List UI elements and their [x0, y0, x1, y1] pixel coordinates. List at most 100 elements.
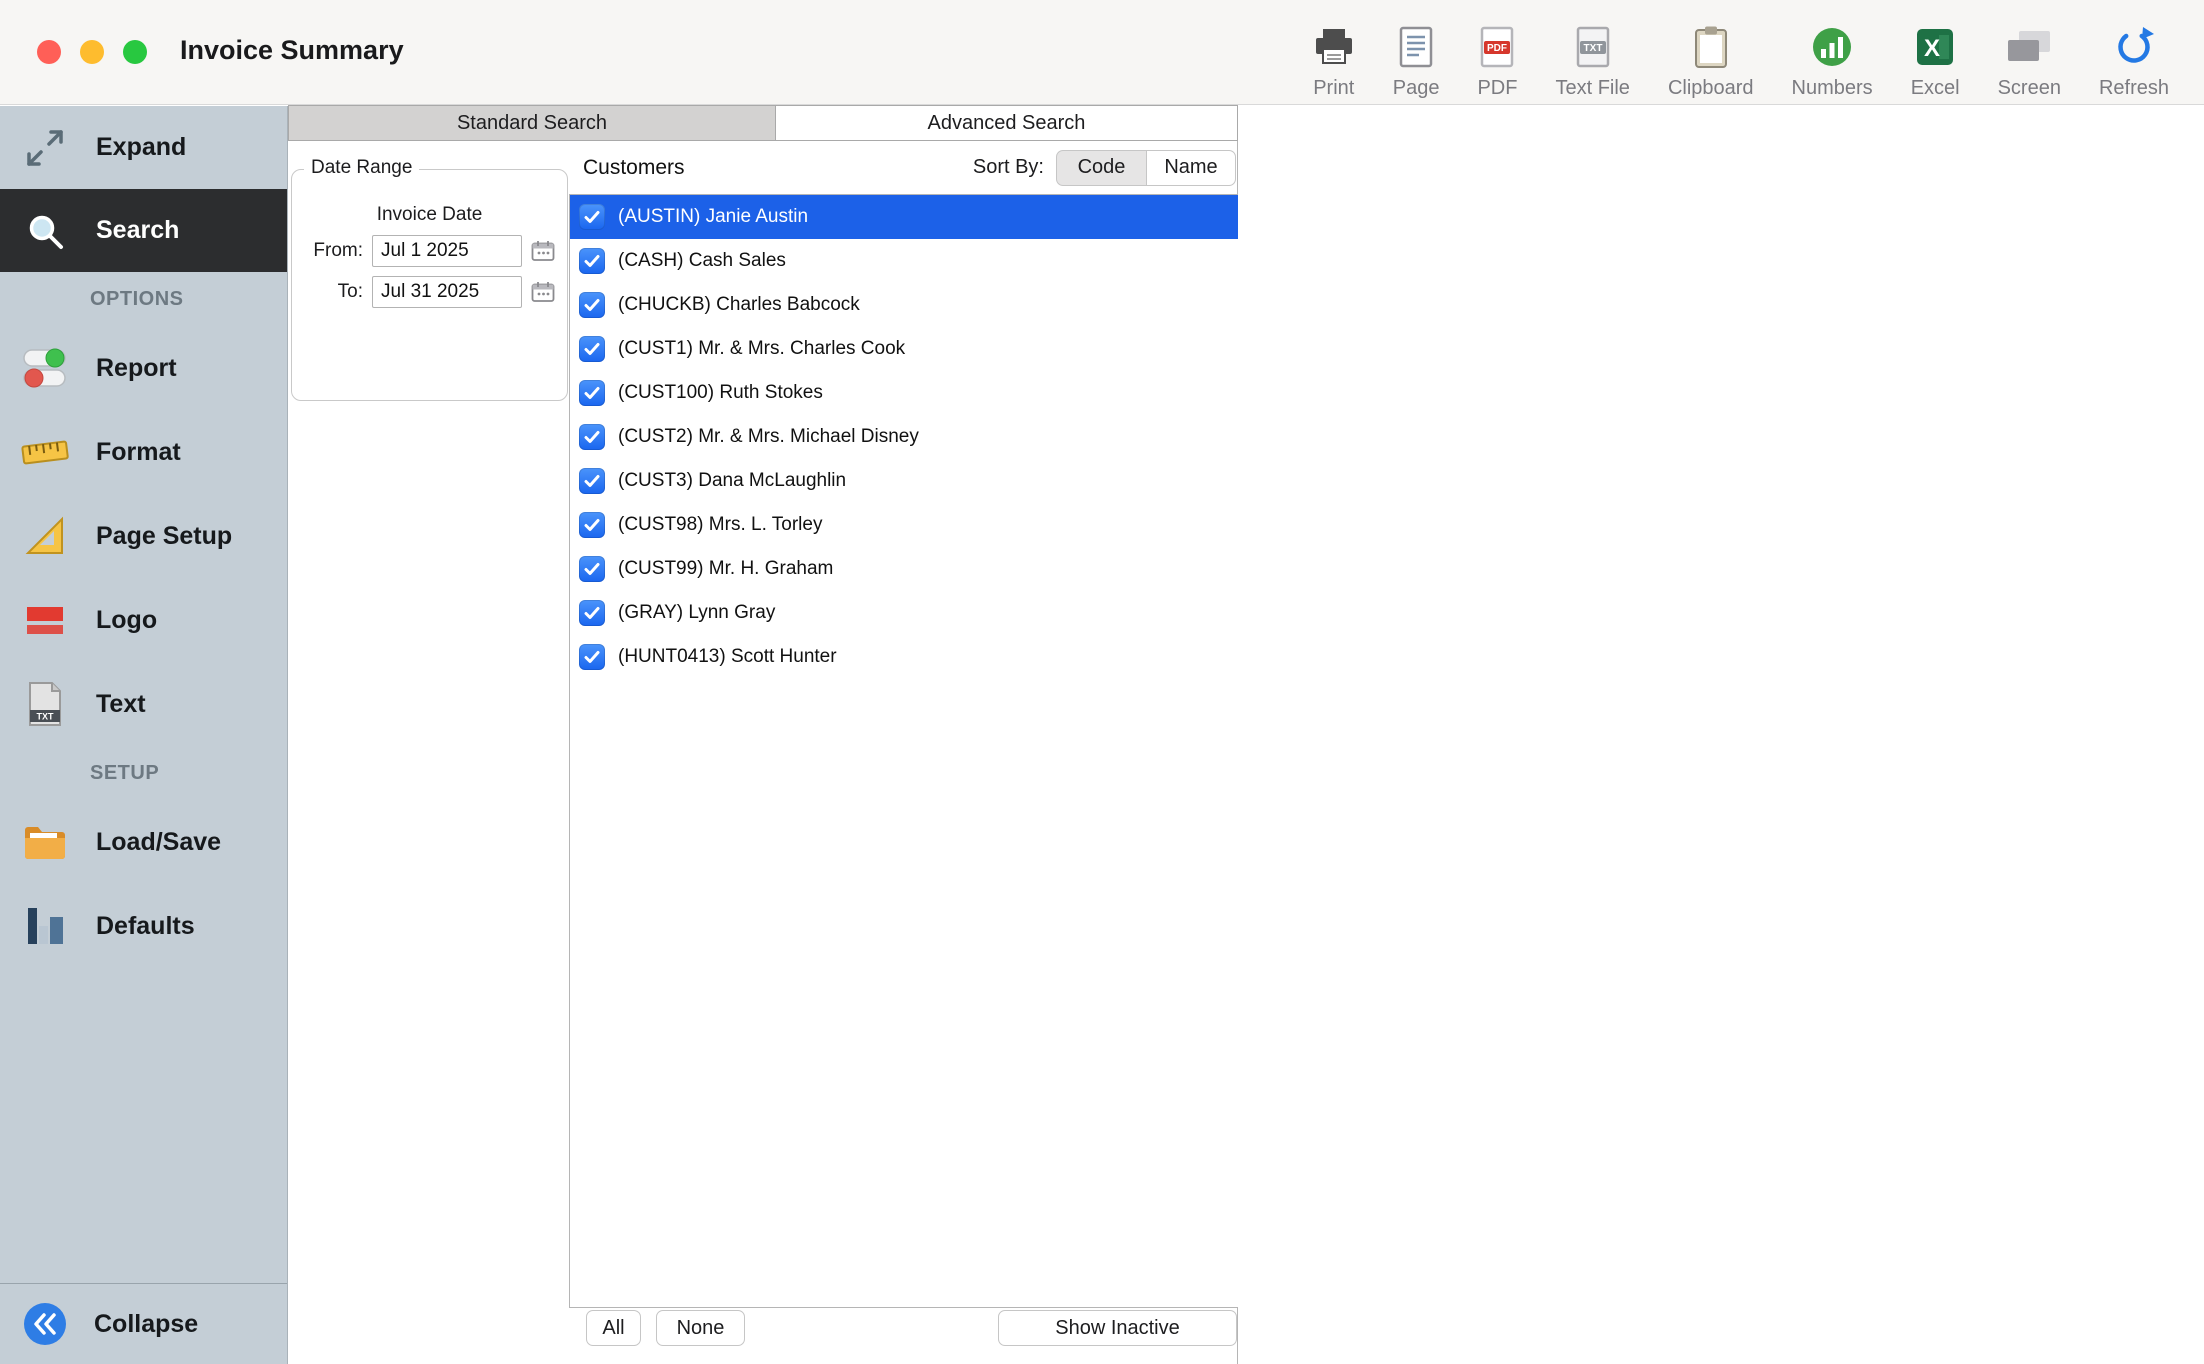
sidebar-item-text[interactable]: TXT Text: [0, 662, 287, 746]
svg-text:X: X: [1924, 35, 1940, 62]
customer-row[interactable]: (CUST99) Mr. H. Graham: [570, 547, 1238, 591]
toolbar-refresh-button[interactable]: Refresh: [2080, 10, 2188, 98]
customer-checkbox[interactable]: [579, 248, 605, 274]
customer-checkbox[interactable]: [579, 336, 605, 362]
customer-row[interactable]: (CUST2) Mr. & Mrs. Michael Disney: [570, 415, 1238, 459]
excel-icon: X: [1915, 21, 1955, 73]
load-save-icon: [20, 817, 70, 867]
toolbar-excel-button[interactable]: X Excel: [1892, 10, 1979, 98]
sidebar-report-label: Report: [96, 354, 177, 383]
customer-checkbox[interactable]: [579, 600, 605, 626]
sidebar-text-label: Text: [96, 690, 146, 719]
checkmark-icon: [584, 650, 600, 664]
collapse-icon: [20, 1299, 70, 1349]
sidebar-logo-label: Logo: [96, 606, 157, 635]
sidebar-item-expand[interactable]: Expand: [0, 106, 287, 189]
customer-row[interactable]: (CHUCKB) Charles Babcock: [570, 283, 1238, 327]
customer-checkbox[interactable]: [579, 204, 605, 230]
toolbar-print-button[interactable]: Print: [1294, 10, 1374, 98]
customer-checkbox[interactable]: [579, 424, 605, 450]
customer-checkbox[interactable]: [579, 380, 605, 406]
screen-icon: [2006, 21, 2052, 73]
toolbar-screen-button[interactable]: Screen: [1979, 10, 2080, 98]
toolbar-refresh-label: Refresh: [2099, 78, 2169, 98]
customer-row[interactable]: (CUST1) Mr. & Mrs. Charles Cook: [570, 327, 1238, 371]
numbers-icon: [1811, 21, 1853, 73]
customers-title: Customers: [583, 156, 685, 180]
from-date-input[interactable]: [372, 235, 522, 267]
checkmark-icon: [584, 342, 600, 356]
customer-row[interactable]: (CUST100) Ruth Stokes: [570, 371, 1238, 415]
checkmark-icon: [584, 606, 600, 620]
close-window-button[interactable]: [37, 40, 61, 64]
svg-text:PDF: PDF: [1487, 43, 1507, 54]
customers-list[interactable]: (AUSTIN) Janie Austin (CASH) Cash Sales …: [569, 194, 1238, 1308]
toolbar-pdf-label: PDF: [1477, 78, 1517, 98]
sidebar-item-logo[interactable]: Logo: [0, 578, 287, 662]
report-preview-area: [1239, 106, 2204, 1364]
to-date-picker-icon[interactable]: [531, 281, 557, 303]
checkmark-icon: [584, 474, 600, 488]
from-date-row: From:: [292, 235, 557, 267]
titlebar: Invoice Summary Print Page PDF PDF: [0, 0, 2204, 105]
customer-row[interactable]: (CASH) Cash Sales: [570, 239, 1238, 283]
customer-checkbox[interactable]: [579, 556, 605, 582]
checkmark-icon: [584, 386, 600, 400]
customer-label: (GRAY) Lynn Gray: [618, 602, 775, 624]
toolbar-numbers-label: Numbers: [1792, 78, 1873, 98]
sidebar-load-save-label: Load/Save: [96, 828, 221, 857]
toolbar-numbers-button[interactable]: Numbers: [1773, 10, 1892, 98]
show-inactive-button[interactable]: Show Inactive: [998, 1310, 1237, 1346]
toolbar-text-file-button[interactable]: TXT Text File: [1536, 10, 1648, 98]
tab-standard-search[interactable]: Standard Search: [288, 105, 776, 141]
sidebar-section-options: OPTIONS: [0, 272, 287, 326]
sidebar-item-search[interactable]: Search: [0, 189, 287, 272]
app-window: Invoice Summary Print Page PDF PDF: [0, 0, 2204, 1364]
checkmark-icon: [584, 210, 600, 224]
customer-row[interactable]: (HUNT0413) Scott Hunter: [570, 635, 1238, 679]
to-date-input[interactable]: [372, 276, 522, 308]
from-date-picker-icon[interactable]: [531, 240, 557, 262]
print-icon: [1313, 21, 1355, 73]
select-all-button[interactable]: All: [586, 1310, 641, 1346]
toolbar-text-file-label: Text File: [1555, 78, 1629, 98]
sidebar-item-load-save[interactable]: Load/Save: [0, 800, 287, 884]
customer-checkbox[interactable]: [579, 292, 605, 318]
pdf-icon: PDF: [1480, 21, 1514, 73]
defaults-icon: [20, 901, 70, 951]
expand-icon: [20, 123, 70, 173]
sidebar-format-label: Format: [96, 438, 181, 467]
zoom-window-button[interactable]: [123, 40, 147, 64]
select-none-button[interactable]: None: [656, 1310, 745, 1346]
sort-by-name-button[interactable]: Name: [1146, 150, 1236, 186]
customer-row[interactable]: (CUST3) Dana McLaughlin: [570, 459, 1238, 503]
customer-checkbox[interactable]: [579, 644, 605, 670]
toolbar-pdf-button[interactable]: PDF PDF: [1458, 10, 1536, 98]
customer-label: (HUNT0413) Scott Hunter: [618, 646, 837, 668]
tab-advanced-search[interactable]: Advanced Search: [775, 105, 1238, 141]
sidebar-item-report[interactable]: Report: [0, 326, 287, 410]
sidebar-item-format[interactable]: Format: [0, 410, 287, 494]
sidebar-item-collapse[interactable]: Collapse: [0, 1283, 287, 1364]
customer-row[interactable]: (GRAY) Lynn Gray: [570, 591, 1238, 635]
customer-row[interactable]: (CUST98) Mrs. L. Torley: [570, 503, 1238, 547]
from-label: From:: [313, 240, 363, 262]
invoice-date-label: Invoice Date: [292, 204, 567, 226]
customer-checkbox[interactable]: [579, 468, 605, 494]
minimize-window-button[interactable]: [80, 40, 104, 64]
text-icon: TXT: [20, 679, 70, 729]
checkmark-icon: [584, 562, 600, 576]
checkmark-icon: [584, 254, 600, 268]
toolbar: Print Page PDF PDF TXT Text File: [1294, 10, 2188, 98]
checkmark-icon: [584, 430, 600, 444]
toolbar-page-button[interactable]: Page: [1374, 10, 1459, 98]
toolbar-clipboard-button[interactable]: Clipboard: [1649, 10, 1773, 98]
sidebar-item-page-setup[interactable]: Page Setup: [0, 494, 287, 578]
clipboard-icon: [1693, 21, 1729, 73]
customer-row[interactable]: (AUSTIN) Janie Austin: [570, 195, 1238, 239]
sidebar-item-defaults[interactable]: Defaults: [0, 884, 287, 968]
customer-checkbox[interactable]: [579, 512, 605, 538]
customer-label: (CHUCKB) Charles Babcock: [618, 294, 860, 316]
customers-list-actions: All None Show Inactive: [569, 1310, 1238, 1346]
sort-by-code-button[interactable]: Code: [1056, 150, 1146, 186]
